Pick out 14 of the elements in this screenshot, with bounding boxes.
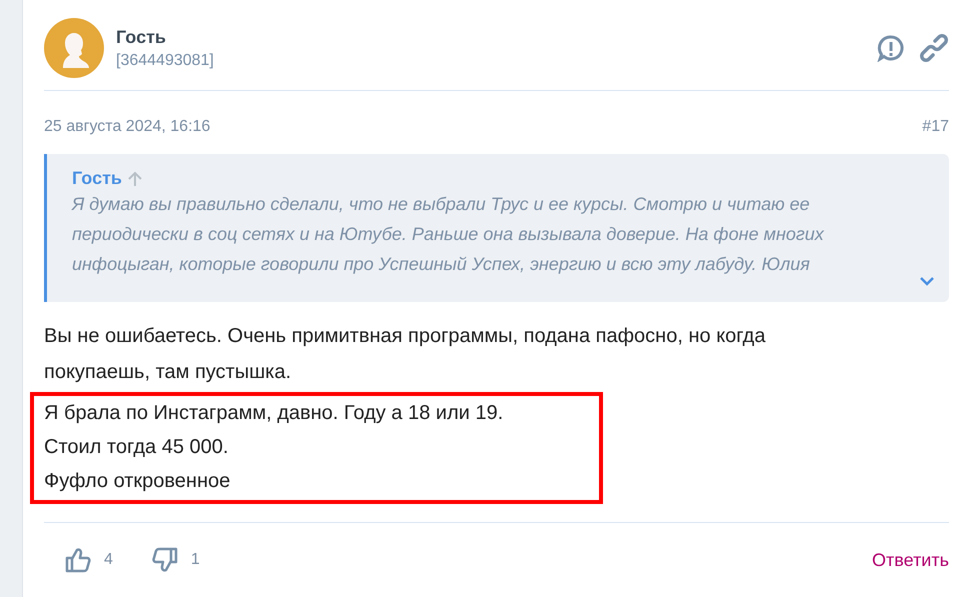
post-date: 25 августа 2024, 16:16 <box>44 118 210 136</box>
like-count: 4 <box>104 551 113 569</box>
post-text-line: покупаешь, там пустышка. <box>44 360 292 385</box>
quote-text-line: периодически в соц сетях и на Ютубе. Раньше она вызывала доверие. На фоне многих <box>72 223 826 246</box>
quote-text-line: инфоцыган, которые говорили про Успешный Успех, энергию и всю эту лабуду. Юлия <box>72 253 811 276</box>
post-text-line: Вы не ошибаетесь. Очень примитвная программы, подана пафосно, но когда <box>44 324 766 349</box>
post-text-line: Я брала по Инстаграмм, давно. Году а 18 или 19. <box>44 401 504 426</box>
author-name[interactable]: Гость <box>116 26 865 48</box>
dislike-count: 1 <box>190 551 200 569</box>
user-id: [3644493081] <box>116 52 215 70</box>
post-text-line: Фуфло откровенное <box>44 469 232 494</box>
quote-text-line: Я думаю вы правильно сделали, что не выбрали Трус и ее курсы. Смотрю и читаю ее <box>72 193 811 216</box>
post-text-line: Стоил тогда 45 000. <box>44 435 230 460</box>
reply-button[interactable]: Ответить <box>872 550 949 570</box>
